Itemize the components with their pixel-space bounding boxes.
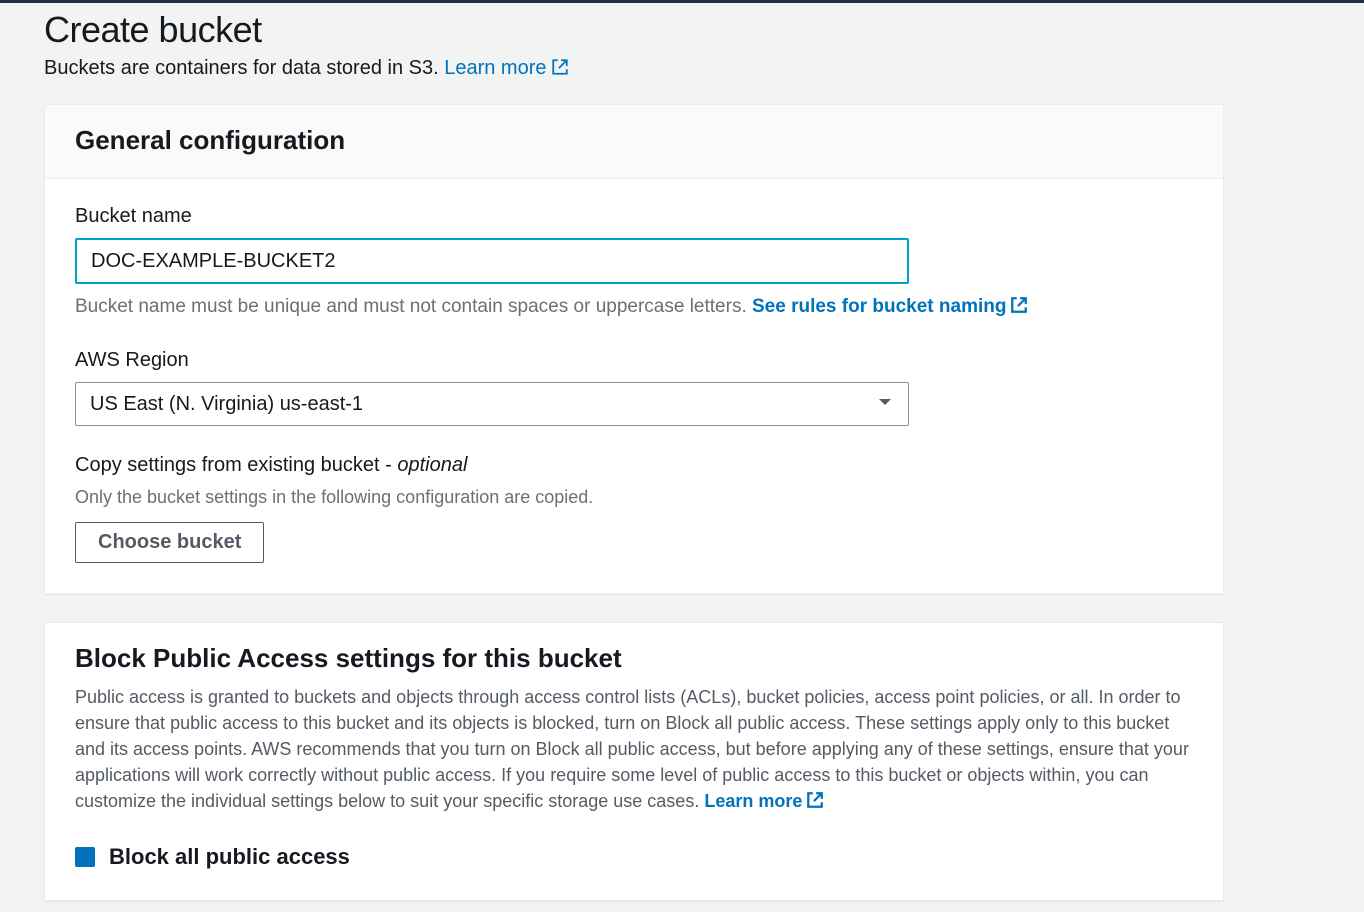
external-link-icon [551, 58, 569, 76]
block-public-access-panel: Block Public Access settings for this bu… [44, 622, 1224, 901]
page-subtitle: Buckets are containers for data stored i… [44, 57, 1320, 80]
bucket-naming-rules-text: See rules for bucket naming [752, 296, 1006, 317]
block-public-body: Block all public access [45, 824, 1223, 900]
block-public-learn-more-text: Learn more [704, 791, 802, 811]
copy-settings-optional: optional [397, 454, 467, 476]
external-link-icon [1010, 296, 1028, 314]
general-config-title: General configuration [75, 125, 1193, 156]
general-config-header: General configuration [45, 105, 1223, 179]
page-container: Create bucket Buckets are containers for… [0, 3, 1364, 901]
block-public-title: Block Public Access settings for this bu… [75, 643, 1193, 674]
external-link-icon [806, 790, 824, 808]
copy-settings-label-text: Copy settings from existing bucket - [75, 454, 397, 476]
block-all-public-row: Block all public access [75, 844, 1193, 870]
learn-more-link[interactable]: Learn more [444, 57, 568, 79]
aws-region-select[interactable]: US East (N. Virginia) us-east-1 [75, 382, 909, 426]
choose-bucket-button[interactable]: Choose bucket [75, 522, 264, 563]
aws-region-label: AWS Region [75, 349, 1193, 372]
block-public-learn-more-link[interactable]: Learn more [704, 791, 824, 811]
block-all-label: Block all public access [109, 844, 350, 870]
copy-settings-hint: Only the bucket settings in the followin… [75, 487, 1193, 508]
subtitle-text: Buckets are containers for data stored i… [44, 57, 444, 79]
bucket-naming-rules-link[interactable]: See rules for bucket naming [752, 296, 1028, 317]
block-public-desc-text: Public access is granted to buckets and … [75, 687, 1189, 811]
copy-settings-field: Copy settings from existing bucket - opt… [75, 454, 1193, 563]
bucket-name-field: Bucket name Bucket name must be unique a… [75, 205, 1193, 321]
bucket-name-hint: Bucket name must be unique and must not … [75, 294, 1193, 321]
general-config-body: Bucket name Bucket name must be unique a… [45, 179, 1223, 593]
block-public-header: Block Public Access settings for this bu… [45, 623, 1223, 824]
bucket-name-label: Bucket name [75, 205, 1193, 228]
block-all-checkbox[interactable] [75, 847, 95, 867]
bucket-name-hint-text: Bucket name must be unique and must not … [75, 296, 752, 317]
learn-more-text: Learn more [444, 57, 546, 79]
copy-settings-label: Copy settings from existing bucket - opt… [75, 454, 1193, 477]
page-title: Create bucket [44, 9, 1320, 51]
block-public-description: Public access is granted to buckets and … [75, 684, 1193, 814]
page-header: Create bucket Buckets are containers for… [44, 3, 1320, 104]
aws-region-select-wrap: US East (N. Virginia) us-east-1 [75, 382, 909, 426]
general-config-panel: General configuration Bucket name Bucket… [44, 104, 1224, 594]
aws-region-field: AWS Region US East (N. Virginia) us-east… [75, 349, 1193, 426]
bucket-name-input[interactable] [75, 238, 909, 284]
